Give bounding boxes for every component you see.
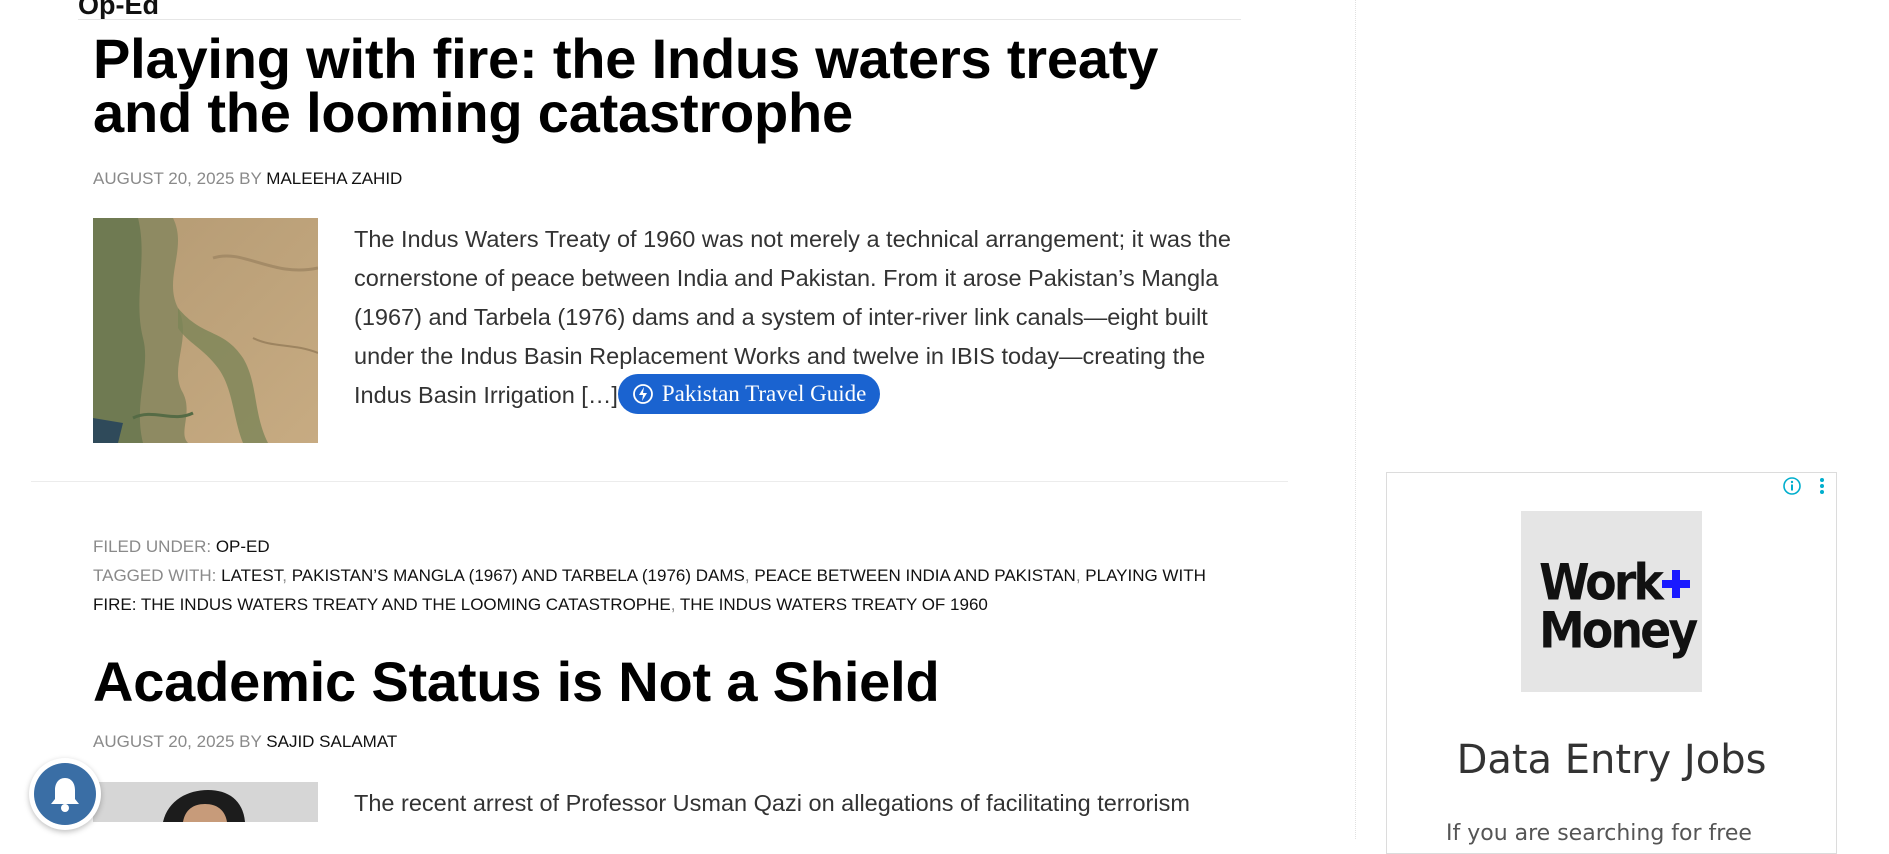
top-divider [78, 19, 1241, 20]
bolt-icon [632, 383, 653, 404]
tagged-with-label: TAGGED WITH: [93, 566, 217, 585]
article-meta: AUGUST 20, 2025 BY MALEEHA ZAHID [93, 169, 1243, 189]
article-author[interactable]: SAJID SALAMAT [266, 732, 397, 751]
travel-guide-label: Pakistan Travel Guide [661, 381, 867, 407]
article-date: AUGUST 20, 2025 [93, 732, 235, 751]
byline-label: BY [239, 732, 262, 751]
byline-label: BY [239, 169, 262, 188]
article-title[interactable]: Academic Status is Not a Shield [93, 654, 1243, 710]
column-divider [1355, 0, 1356, 839]
ad-logo-line1: Work [1539, 552, 1664, 612]
article-card: Academic Status is Not a Shield AUGUST 2… [93, 654, 1243, 842]
category-link[interactable]: OP-ED [216, 537, 270, 556]
article-meta: AUGUST 20, 2025 BY SAJID SALAMAT [93, 732, 1243, 752]
ad-title[interactable]: Data Entry Jobs [1387, 737, 1836, 783]
notification-bell-button[interactable] [29, 758, 101, 830]
kebab-menu-icon[interactable] [1817, 476, 1827, 496]
tagged-with: TAGGED WITH: LATEST, PAKISTAN’S MANGLA (… [93, 566, 1206, 614]
article-excerpt: The recent arrest of Professor Usman Qaz… [354, 790, 1190, 816]
plus-icon [1662, 570, 1690, 598]
info-icon[interactable] [1782, 476, 1802, 496]
article-title[interactable]: Playing with fire: the Indus waters trea… [93, 31, 1243, 141]
filed-under: FILED UNDER: OP-ED [93, 532, 1243, 561]
article-body: The recent arrest of Professor Usman Qaz… [93, 782, 1243, 842]
tag-link[interactable]: PEACE BETWEEN INDIA AND PAKISTAN [754, 566, 1076, 585]
tag-link[interactable]: LATEST [221, 566, 282, 585]
sidebar-ad[interactable]: Work Money Data Entry Jobs If you are se… [1386, 472, 1837, 854]
ad-logo-line2: Money [1539, 600, 1698, 660]
article-thumbnail[interactable] [93, 218, 318, 443]
tag-link[interactable]: PAKISTAN’S MANGLA (1967) AND TARBELA (19… [292, 566, 745, 585]
article-taxonomy: FILED UNDER: OP-ED TAGGED WITH: LATEST, … [93, 532, 1243, 619]
article-author[interactable]: MALEEHA ZAHID [266, 169, 402, 188]
portrait-image [93, 782, 318, 822]
section-label: Op-Ed [78, 0, 159, 20]
article-divider [31, 481, 1288, 482]
satellite-map-image [93, 218, 318, 443]
article-excerpt: The Indus Waters Treaty of 1960 was not … [354, 220, 1234, 417]
article-card: Playing with fire: the Indus waters trea… [93, 31, 1243, 444]
article-body: The Indus Waters Treaty of 1960 was not … [93, 218, 1243, 444]
filed-under-label: FILED UNDER: [93, 537, 212, 556]
tag-link[interactable]: THE INDUS WATERS TREATY OF 1960 [680, 595, 988, 614]
bell-icon [51, 778, 79, 812]
ad-description: If you are searching for free [1446, 821, 1752, 846]
travel-guide-button[interactable]: Pakistan Travel Guide [617, 373, 881, 414]
ad-logo[interactable]: Work Money [1521, 511, 1702, 692]
article-thumbnail[interactable] [93, 782, 318, 822]
article-date: AUGUST 20, 2025 [93, 169, 235, 188]
